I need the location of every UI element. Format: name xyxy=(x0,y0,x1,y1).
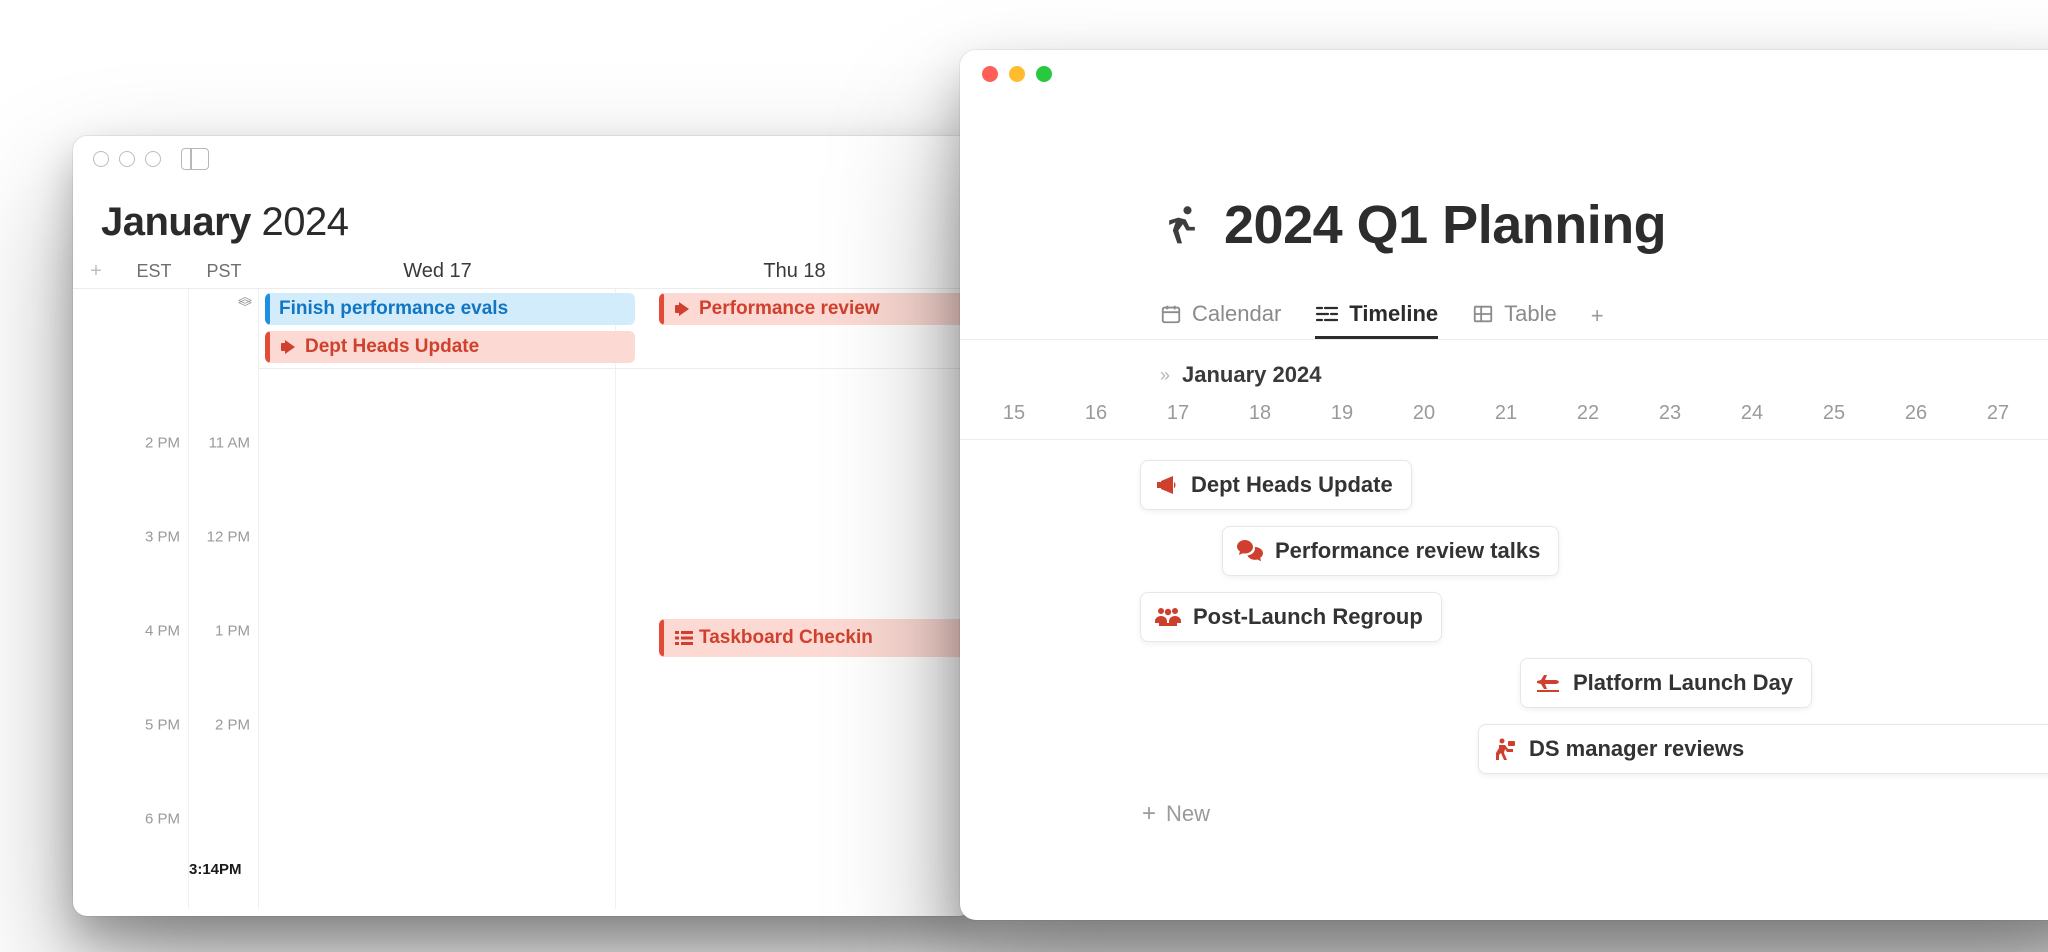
new-label: New xyxy=(1166,801,1210,827)
planning-window: 2024 Q1 Planning Calendar Timeline Table… xyxy=(960,50,2048,920)
minimize-icon[interactable] xyxy=(119,151,135,167)
table-icon xyxy=(1472,303,1494,325)
date-tick[interactable]: 21 xyxy=(1488,402,1524,425)
time-label: 3 PM xyxy=(145,529,180,546)
list-icon xyxy=(675,630,693,646)
time-label: 4 PM xyxy=(145,623,180,640)
date-tick[interactable]: 16 xyxy=(1078,402,1114,425)
timeline-item-label: Performance review talks xyxy=(1275,538,1540,564)
date-tick[interactable]: 23 xyxy=(1652,402,1688,425)
date-tick[interactable]: 18 xyxy=(1242,402,1278,425)
timeline-canvas[interactable]: Dept Heads Update Performance review tal… xyxy=(960,440,2048,860)
date-tick[interactable]: 19 xyxy=(1324,402,1360,425)
timeline-item-label: DS manager reviews xyxy=(1529,736,1744,762)
timezone-label-2: PST xyxy=(189,255,259,289)
chat-icon xyxy=(1237,540,1263,562)
event-dept-heads[interactable]: Dept Heads Update xyxy=(265,331,635,363)
time-label: 2 PM xyxy=(145,435,180,452)
calendar-icon xyxy=(1160,303,1182,325)
tab-label: Timeline xyxy=(1349,301,1438,327)
person-carry-icon xyxy=(1493,738,1517,760)
time-column-est: 2 PM 3 PM 4 PM 5 PM 6 PM xyxy=(119,289,189,909)
calendar-title: January 2024 xyxy=(101,200,945,245)
zoom-icon[interactable] xyxy=(145,151,161,167)
day-column-2[interactable] xyxy=(616,289,973,909)
add-view-button[interactable]: + xyxy=(1591,303,1604,329)
event-label: Performance review xyxy=(699,298,880,320)
event-label: Taskboard Checkin xyxy=(699,627,873,649)
close-icon[interactable] xyxy=(93,151,109,167)
tab-label: Table xyxy=(1504,301,1557,327)
page-header: 2024 Q1 Planning xyxy=(960,98,2048,292)
date-tick[interactable]: 17 xyxy=(1160,402,1196,425)
calendar-header: January 2024 xyxy=(73,182,973,255)
time-label: 6 PM xyxy=(145,811,180,828)
add-timezone-button[interactable]: + xyxy=(73,255,119,289)
date-tick[interactable]: 25 xyxy=(1816,402,1852,425)
calendar-column-headers: + EST PST Wed 17 Thu 18 xyxy=(73,255,973,289)
event-performance-review[interactable]: Performance review xyxy=(659,293,969,325)
day-column-1[interactable] xyxy=(259,289,616,909)
meeting-icon xyxy=(1155,607,1181,627)
chevron-right-icon[interactable]: » xyxy=(1160,365,1170,386)
timezone-label-1: EST xyxy=(119,255,189,289)
megaphone-icon xyxy=(281,340,299,354)
calendar-window: January 2024 + EST PST Wed 17 Thu 18 2 P… xyxy=(73,136,973,916)
date-tick[interactable]: 27 xyxy=(1980,402,2016,425)
allday-collapse-icon[interactable]: ︽︾ xyxy=(238,292,252,312)
date-tick[interactable]: 26 xyxy=(1898,402,1934,425)
event-taskboard-checkin[interactable]: Taskboard Checkin xyxy=(659,619,969,657)
tab-timeline[interactable]: Timeline xyxy=(1315,292,1438,339)
tab-label: Calendar xyxy=(1192,301,1281,327)
time-label: 1 PM xyxy=(215,623,250,640)
plus-icon: + xyxy=(1142,800,1156,828)
timeline-month-label: January 2024 xyxy=(1182,362,1321,388)
timeline-item-label: Dept Heads Update xyxy=(1191,472,1393,498)
timeline-item-launch-day[interactable]: Platform Launch Day xyxy=(1520,658,1812,708)
timeline-item-perf-talks[interactable]: Performance review talks xyxy=(1222,526,1559,576)
plane-icon xyxy=(1535,673,1561,693)
megaphone-icon xyxy=(675,302,693,316)
tab-table[interactable]: Table xyxy=(1472,292,1557,339)
calendar-year: 2024 xyxy=(262,200,349,244)
event-label: Finish performance evals xyxy=(279,298,508,320)
day-header-1[interactable]: Wed 17 xyxy=(259,255,616,289)
close-icon[interactable] xyxy=(982,66,998,82)
megaphone-icon xyxy=(1155,475,1179,495)
time-label: 5 PM xyxy=(145,717,180,734)
timeline-month-row: » January 2024 xyxy=(960,340,2048,388)
window-titlebar xyxy=(73,136,973,182)
date-tick[interactable]: 22 xyxy=(1570,402,1606,425)
timeline-icon xyxy=(1315,303,1339,325)
time-label: 12 PM xyxy=(207,529,250,546)
zoom-icon[interactable] xyxy=(1036,66,1052,82)
add-timeline-item[interactable]: + New xyxy=(1142,800,1210,828)
page-title: 2024 Q1 Planning xyxy=(1224,194,1666,256)
calendar-month: January xyxy=(101,200,251,244)
event-label: Dept Heads Update xyxy=(305,336,479,358)
timeline-item-dept-heads[interactable]: Dept Heads Update xyxy=(1140,460,1412,510)
current-time-label: 3:14PM xyxy=(189,861,242,878)
day-header-2[interactable]: Thu 18 xyxy=(616,255,973,289)
timeline-item-label: Post-Launch Regroup xyxy=(1193,604,1423,630)
runner-icon xyxy=(1160,203,1204,247)
window-titlebar xyxy=(960,50,2048,98)
date-tick[interactable]: 15 xyxy=(996,402,1032,425)
timeline-item-ds-manager[interactable]: DS manager reviews xyxy=(1478,724,2048,774)
calendar-body: 2 PM 3 PM 4 PM 5 PM 6 PM ︽︾ 11 AM 12 PM … xyxy=(73,289,973,909)
date-tick[interactable]: 24 xyxy=(1734,402,1770,425)
time-label: 11 AM xyxy=(209,435,250,452)
allday-section: Finish performance evals Dept Heads Upda… xyxy=(259,289,973,369)
timeline-item-post-launch[interactable]: Post-Launch Regroup xyxy=(1140,592,1442,642)
minimize-icon[interactable] xyxy=(1009,66,1025,82)
event-finish-evals[interactable]: Finish performance evals xyxy=(265,293,635,325)
timeline-date-scale: 15 16 17 18 19 20 21 22 23 24 25 26 27 2… xyxy=(960,388,2048,440)
timeline-item-label: Platform Launch Day xyxy=(1573,670,1793,696)
time-label: 2 PM xyxy=(215,717,250,734)
sidebar-toggle-icon[interactable] xyxy=(181,148,209,170)
time-column-pst: ︽︾ 11 AM 12 PM 1 PM 2 PM xyxy=(189,289,259,909)
tab-calendar[interactable]: Calendar xyxy=(1160,292,1281,339)
date-tick[interactable]: 20 xyxy=(1406,402,1442,425)
view-tabs: Calendar Timeline Table + xyxy=(960,292,2048,340)
